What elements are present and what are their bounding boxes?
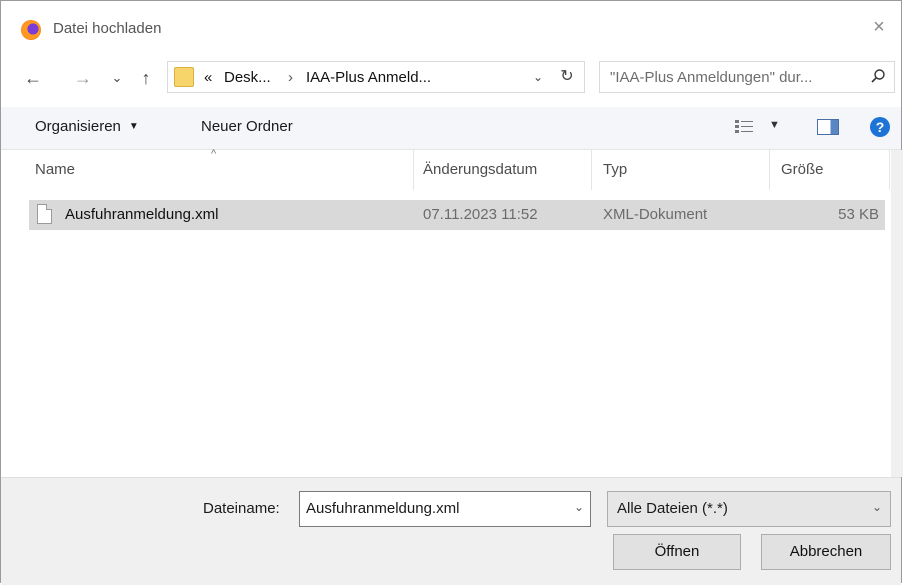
window-title: Datei hochladen bbox=[53, 20, 162, 37]
file-list: ^ Name Änderungsdatum Typ Größe Ausfuhra… bbox=[1, 148, 893, 477]
filetype-select[interactable]: Alle Dateien (*.*) ⌄ bbox=[607, 491, 891, 527]
command-bar: Organisieren ▼ Neuer Ordner ▼ ? bbox=[1, 107, 901, 150]
recent-locations-button[interactable]: ⌄ bbox=[105, 65, 129, 91]
column-header-date[interactable]: Änderungsdatum bbox=[423, 150, 537, 190]
column-divider[interactable] bbox=[591, 150, 592, 190]
breadcrumb-overflow[interactable]: « bbox=[204, 69, 212, 86]
breadcrumb-desktop[interactable]: Desk... bbox=[224, 69, 271, 86]
help-icon[interactable]: ? bbox=[870, 117, 890, 137]
scrollbar-track[interactable] bbox=[891, 150, 903, 477]
chevron-down-icon: ⌄ bbox=[871, 500, 882, 514]
file-name: Ausfuhranmeldung.xml bbox=[65, 206, 219, 223]
title-bar: Datei hochladen × bbox=[1, 1, 901, 55]
folder-icon bbox=[174, 67, 194, 87]
file-upload-dialog: Datei hochladen × ← → ⌄ ↑ « Desk... › IA… bbox=[0, 0, 903, 585]
chevron-down-icon[interactable]: ⌄ bbox=[574, 500, 584, 514]
chevron-down-icon: ▼ bbox=[128, 121, 139, 132]
firefox-icon bbox=[21, 20, 41, 40]
preview-pane-icon[interactable] bbox=[817, 119, 839, 135]
new-folder-button[interactable]: Neuer Ordner bbox=[201, 118, 293, 135]
column-header-type[interactable]: Typ bbox=[603, 150, 627, 190]
address-dropdown-button[interactable]: ⌄ bbox=[525, 61, 551, 93]
dialog-footer: Dateiname: Ausfuhranmeldung.xml ⌄ Alle D… bbox=[1, 477, 901, 585]
organize-label: Organisieren bbox=[35, 118, 121, 135]
close-button[interactable]: × bbox=[867, 15, 891, 39]
back-button[interactable]: ← bbox=[21, 65, 45, 91]
file-row[interactable]: Ausfuhranmeldung.xml 07.11.2023 11:52 XM… bbox=[29, 200, 885, 230]
file-type: XML-Dokument bbox=[603, 206, 708, 223]
sort-ascending-icon: ^ bbox=[211, 148, 217, 160]
search-placeholder: "IAA-Plus Anmeldungen" dur... bbox=[610, 69, 813, 86]
organize-button[interactable]: Organisieren ▼ bbox=[35, 118, 139, 135]
xml-file-icon bbox=[37, 204, 52, 224]
open-button[interactable]: Öffnen bbox=[613, 534, 741, 570]
search-box[interactable]: "IAA-Plus Anmeldungen" dur... bbox=[599, 61, 895, 93]
address-bar[interactable]: « Desk... › IAA-Plus Anmeld... bbox=[167, 61, 585, 93]
up-button[interactable]: ↑ bbox=[134, 65, 158, 91]
filename-label: Dateiname: bbox=[203, 500, 280, 517]
filetype-value: Alle Dateien (*.*) bbox=[617, 500, 728, 517]
view-options-dropdown[interactable]: ▼ bbox=[769, 119, 780, 131]
column-header-size[interactable]: Größe bbox=[781, 150, 824, 190]
view-options-icon[interactable] bbox=[735, 120, 753, 134]
column-header-name[interactable]: Name bbox=[35, 150, 75, 190]
refresh-button[interactable]: ↻ bbox=[553, 61, 581, 93]
file-date: 07.11.2023 11:52 bbox=[423, 206, 538, 223]
breadcrumb-current-folder[interactable]: IAA-Plus Anmeld... bbox=[306, 69, 431, 86]
column-divider[interactable] bbox=[413, 150, 414, 190]
file-size: 53 KB bbox=[838, 206, 879, 223]
column-divider[interactable] bbox=[769, 150, 770, 190]
search-icon[interactable] bbox=[870, 68, 886, 84]
filename-input[interactable]: Ausfuhranmeldung.xml ⌄ bbox=[299, 491, 591, 527]
navigation-bar: ← → ⌄ ↑ « Desk... › IAA-Plus Anmeld... ⌄… bbox=[1, 61, 901, 95]
forward-button[interactable]: → bbox=[71, 65, 95, 91]
filename-value: Ausfuhranmeldung.xml bbox=[306, 500, 460, 517]
column-divider[interactable] bbox=[889, 150, 890, 190]
cancel-button[interactable]: Abbrechen bbox=[761, 534, 891, 570]
breadcrumb-separator: › bbox=[288, 69, 293, 86]
